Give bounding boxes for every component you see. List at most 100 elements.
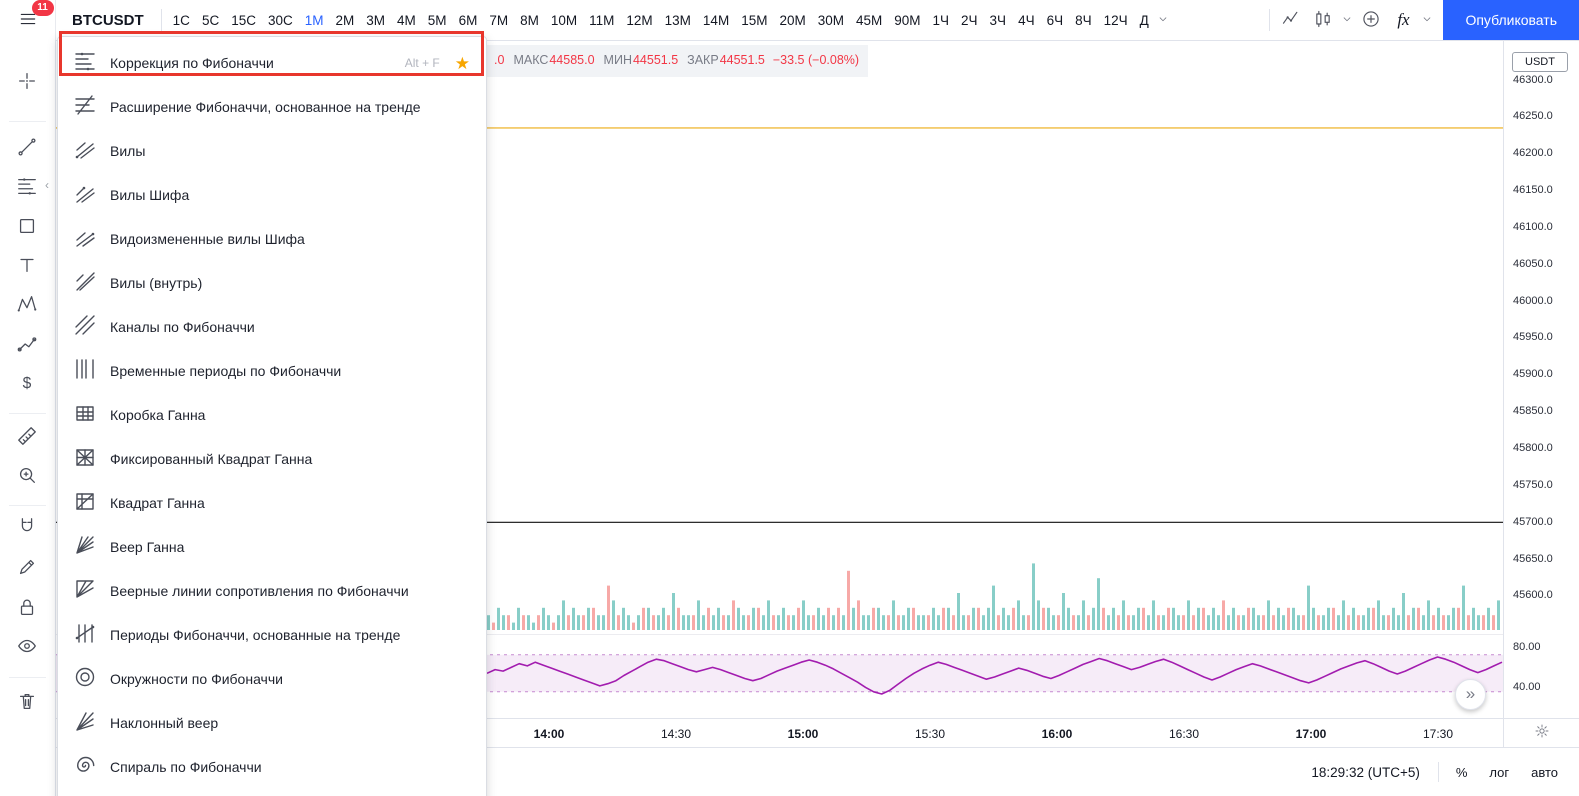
tool-trash[interactable] — [7, 684, 47, 720]
chevron-left-icon[interactable]: ‹ — [45, 178, 49, 192]
tool-hide-all[interactable] — [7, 629, 47, 665]
menu-item-fib-extension[interactable]: Расширение Фибоначчи, основанное на трен… — [58, 85, 486, 129]
axis-settings-corner[interactable] — [1503, 719, 1579, 748]
chart-style-dropdown-arrow[interactable] — [1339, 4, 1355, 36]
menu-item-label: Коробка Ганна — [110, 407, 206, 423]
tool-trend-line[interactable] — [7, 130, 47, 166]
candles-style-button[interactable] — [1307, 4, 1339, 36]
scroll-to-recent-button[interactable]: » — [1455, 679, 1486, 710]
timeframe-dropdown-arrow[interactable] — [1155, 4, 1171, 36]
menu-item-modified-schiff-pitchfork[interactable]: Видоизмененные вилы Шифа — [58, 217, 486, 261]
timeframe-20М[interactable]: 20М — [773, 6, 811, 34]
tool-fibonacci[interactable] — [7, 169, 47, 205]
notification-badge: 11 — [31, 0, 54, 16]
compare-add-button[interactable] — [1355, 4, 1387, 36]
fib-retracement-icon — [73, 49, 97, 78]
timeframe-8М[interactable]: 8М — [514, 6, 545, 34]
menu-item-label: Временные периоды по Фибоначчи — [110, 363, 342, 379]
tool-text[interactable] — [7, 248, 47, 284]
timeframe-14М[interactable]: 14М — [697, 6, 735, 34]
shortcut-hint: Alt + F — [404, 56, 440, 70]
percent-scale-button[interactable]: % — [1445, 765, 1479, 780]
menu-item-fib-time-zones[interactable]: Временные периоды по Фибоначчи — [58, 349, 486, 393]
menu-item-schiff-pitchfork[interactable]: Вилы Шифа — [58, 173, 486, 217]
menu-item-label: Фиксированный Квадрат Ганна — [110, 451, 313, 467]
timeframe-12М[interactable]: 12М — [620, 6, 658, 34]
indicators-dropdown-arrow[interactable] — [1419, 4, 1435, 36]
timeframe-1С[interactable]: 1С — [167, 6, 196, 34]
timeframe-15С[interactable]: 15С — [225, 6, 262, 34]
tool-forecast[interactable] — [7, 327, 47, 363]
menu-item-sloped-fan[interactable]: Наклонный веер — [58, 701, 486, 745]
menu-item-trend-based-fib-time[interactable]: Периоды Фибоначчи, основанные на тренде — [58, 613, 486, 657]
favorite-star-icon[interactable]: ★ — [455, 55, 470, 72]
tool-magnet[interactable] — [7, 510, 47, 546]
main-menu-button[interactable]: 11 — [11, 0, 54, 35]
timeframe-7М[interactable]: 7М — [483, 6, 514, 34]
timeframe-4М[interactable]: 4М — [391, 6, 422, 34]
timeframe-13М[interactable]: 13М — [659, 6, 697, 34]
zoom-in-icon — [16, 464, 38, 489]
indicators-button[interactable]: fx — [1387, 4, 1419, 36]
time-axis-label: 17:00 — [1295, 727, 1327, 741]
timeframe-90М[interactable]: 90М — [888, 6, 926, 34]
legend-change: −33.5 (−0.08%) — [772, 53, 860, 67]
timeframe-45М[interactable]: 45М — [850, 6, 888, 34]
menu-item-label: Каналы по Фибоначчи — [110, 319, 255, 335]
timeframe-2Ч[interactable]: 2Ч — [955, 6, 984, 34]
menu-item-fib-circles[interactable]: Окружности по Фибоначчи — [58, 657, 486, 701]
menu-item-gann-box[interactable]: Коробка Ганна — [58, 393, 486, 437]
timeframe-4Ч[interactable]: 4Ч — [1012, 6, 1041, 34]
menu-item-label: Вилы — [110, 143, 146, 159]
xabcd-pattern-icon — [16, 293, 38, 318]
timeframe-15М[interactable]: 15М — [735, 6, 773, 34]
timeframe-11М[interactable]: 11М — [583, 6, 620, 34]
timeframe-5М[interactable]: 5М — [422, 6, 453, 34]
menu-item-gann-fan[interactable]: Веер Ганна — [58, 525, 486, 569]
tool-crosshair[interactable] — [7, 64, 47, 100]
symbol-button[interactable]: BTCUSDT — [60, 12, 156, 29]
tool-lock-all[interactable] — [7, 590, 47, 626]
menu-item-gann-square[interactable]: Квадрат Ганна — [58, 481, 486, 525]
menu-item-label: Видоизмененные вилы Шифа — [110, 231, 305, 247]
menu-item-fib-spiral[interactable]: Спираль по Фибоначчи — [58, 745, 486, 789]
timeframe-8Ч[interactable]: 8Ч — [1069, 6, 1098, 34]
legend-high-value: 44585.0 — [549, 53, 595, 67]
price-axis[interactable]: USDT 46300.0 46250.0 46200.0 46150.0 46100.0… — [1503, 40, 1579, 718]
timeframe-3М[interactable]: 3М — [360, 6, 391, 34]
timeframe-3Ч[interactable]: 3Ч — [984, 6, 1013, 34]
tool-ruler[interactable] — [7, 419, 47, 455]
tool-long-short-position[interactable]: $ — [7, 366, 47, 402]
timeframe-10М[interactable]: 10М — [545, 6, 583, 34]
menu-item-inside-pitchfork[interactable]: Вилы (внутрь) — [58, 261, 486, 305]
menu-item-fib-retracement[interactable]: Коррекция по Фибоначчи Alt + F ★ — [58, 41, 486, 85]
timeframe-6М[interactable]: 6М — [453, 6, 484, 34]
long-short-position-icon: $ — [16, 372, 38, 397]
menu-item-fib-channel[interactable]: Каналы по Фибоначчи — [58, 305, 486, 349]
price-axis-label: 46150.0 — [1513, 184, 1553, 197]
menu-item-pitchfork[interactable]: Вилы — [58, 129, 486, 173]
menu-item-label: Вилы Шифа — [110, 187, 190, 203]
menu-item-label: Расширение Фибоначчи, основанное на трен… — [110, 99, 421, 115]
log-scale-button[interactable]: лог — [1478, 765, 1520, 780]
timeframe-1Ч[interactable]: 1Ч — [927, 6, 956, 34]
menu-item-fib-speed-resistance-fan[interactable]: Веерные линии сопротивления по Фибоначчи — [58, 569, 486, 613]
tool-shapes[interactable] — [7, 209, 47, 245]
timeframe-2М[interactable]: 2М — [330, 6, 361, 34]
clock[interactable]: 18:29:32 (UTC+5) — [1311, 765, 1419, 780]
menu-item-gann-square-fixed[interactable]: Фиксированный Квадрат Ганна — [58, 437, 486, 481]
timeframe-Д[interactable]: Д — [1134, 6, 1155, 34]
tool-drawing-lock[interactable] — [7, 550, 47, 586]
fib-time-zones-icon — [73, 357, 97, 386]
tool-xabcd-pattern[interactable] — [7, 287, 47, 323]
tool-zoom-in[interactable] — [7, 458, 47, 494]
timeframe-12Ч[interactable]: 12Ч — [1098, 6, 1134, 34]
timeframe-30С[interactable]: 30С — [262, 6, 299, 34]
line-chart-style-button[interactable] — [1275, 4, 1307, 36]
auto-scale-button[interactable]: авто — [1520, 765, 1569, 780]
timeframe-6Ч[interactable]: 6Ч — [1041, 6, 1070, 34]
timeframe-1М[interactable]: 1М — [299, 6, 330, 34]
timeframe-30М[interactable]: 30М — [812, 6, 850, 34]
publish-button[interactable]: Опубликовать — [1443, 0, 1579, 40]
timeframe-5С[interactable]: 5С — [196, 6, 225, 34]
